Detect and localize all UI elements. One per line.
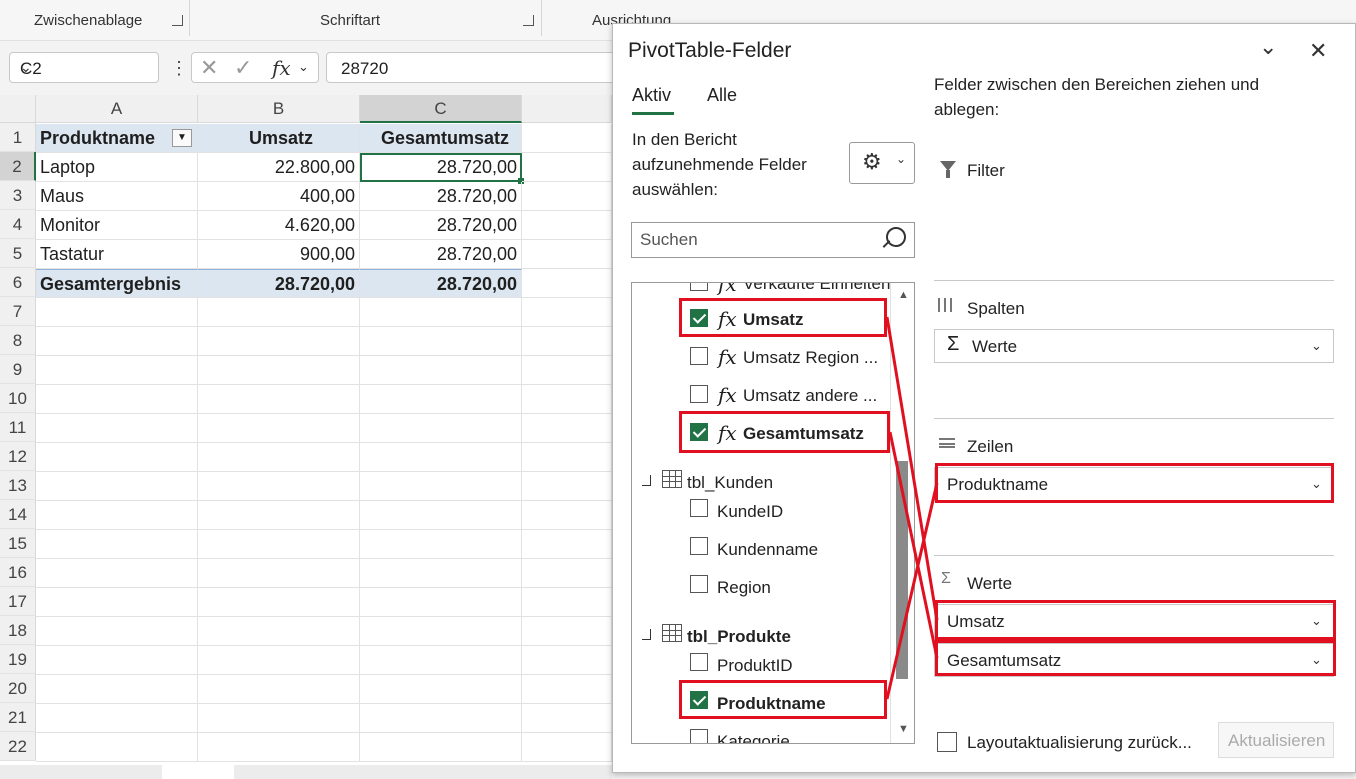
connector-lines bbox=[885, 316, 939, 700]
connector-produktname bbox=[885, 482, 939, 700]
connector-gesamtumsatz bbox=[888, 431, 939, 659]
connector-umsatz bbox=[885, 316, 939, 621]
